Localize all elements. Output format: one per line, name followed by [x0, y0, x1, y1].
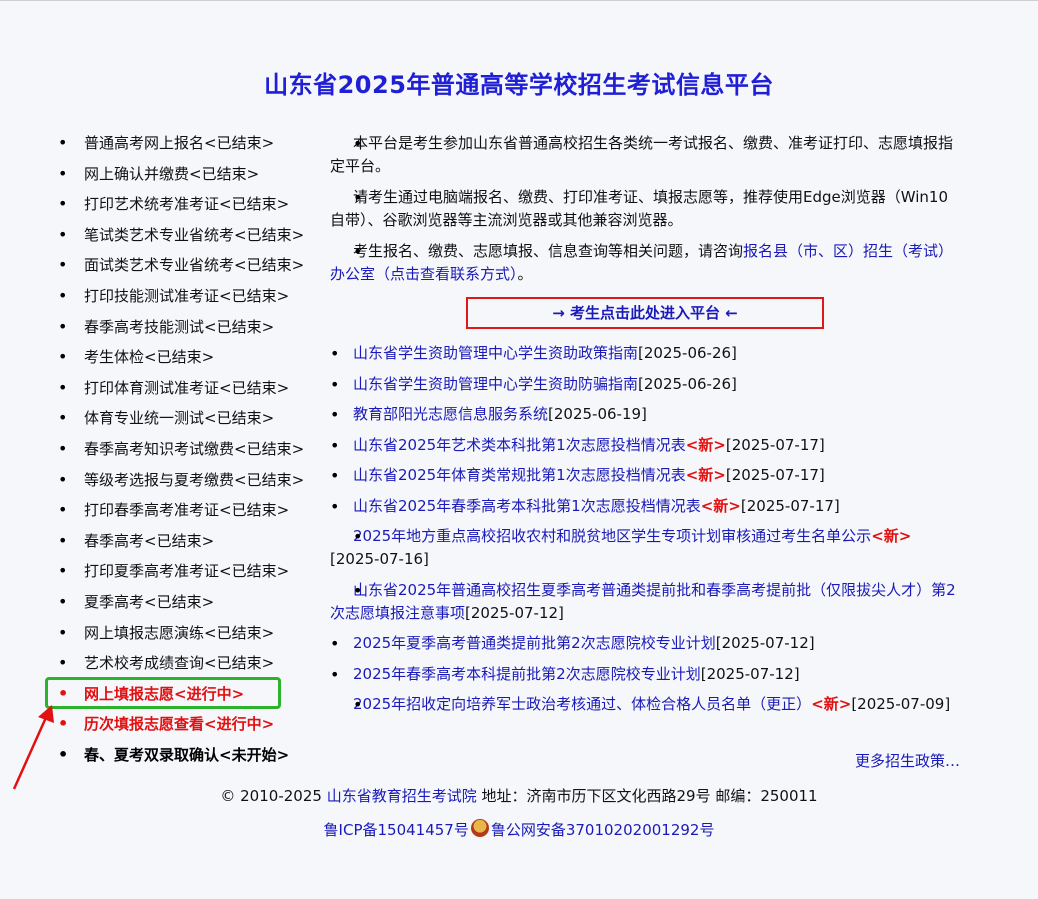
news-date: [2025-07-16] — [330, 550, 429, 568]
news-link[interactable]: 教育部阳光志愿信息服务系统 — [353, 405, 548, 423]
new-badge: <新> — [685, 466, 726, 484]
intro-text: 考生报名、缴费、志愿填报、信息查询等相关问题，请咨询 — [353, 242, 744, 260]
news-date: [2025-07-17] — [725, 466, 825, 484]
menu-item[interactable]: 打印春季高考准考证<已结束> — [58, 499, 328, 530]
more-policies-link[interactable]: 更多招生政策… — [855, 750, 960, 771]
news-link[interactable]: 山东省2025年普通高校招生夏季高考普通类提前批和春季高考提前批（仅限拔尖人才）… — [330, 581, 956, 622]
news-date: [2025-07-12] — [715, 634, 815, 652]
menu-item[interactable]: 打印夏季高考准考证<已结束> — [58, 560, 328, 591]
highlight-box — [45, 677, 281, 709]
news-item: 山东省2025年艺术类本科批第1次志愿投档情况表<新>[2025-07-17] — [330, 434, 960, 457]
news-date: [2025-06-26] — [638, 344, 737, 362]
news-date: [2025-07-17] — [725, 435, 825, 454]
menu-item[interactable]: 春季高考技能测试<已结束> — [58, 316, 328, 347]
page-title: 山东省2025年普通高等学校招生考试信息平台 — [264, 71, 774, 99]
intro-text: 请考生通过电脑端报名、缴费、打印准考证、填报志愿等，推荐使用Edge浏览器（Wi… — [330, 188, 949, 229]
menu-item[interactable]: 夏季高考<已结束> — [58, 591, 328, 622]
new-badge: <新> — [871, 527, 912, 545]
menu-item[interactable]: 打印技能测试准考证<已结束> — [58, 285, 328, 316]
news-item: 山东省2025年春季高考本科批第1次志愿投档情况表<新>[2025-07-17] — [330, 495, 960, 518]
news-item: 山东省2025年体育类常规批第1次志愿投档情况表<新>[2025-07-17] — [330, 464, 960, 487]
menu-item-label: 春、夏考双录取确认<未开始> — [84, 745, 290, 764]
menu-item-label: 打印艺术统考准考证<已结束> — [84, 195, 290, 214]
menu-item[interactable]: 等级考选报与夏考缴费<已结束> — [58, 469, 328, 500]
news-item: 2025年地方重点高校招收农村和脱贫地区学生专项计划审核通过考生名单公示<新> [… — [330, 525, 960, 571]
news-date: [2025-06-19] — [548, 405, 647, 423]
news-item: 山东省2025年普通高校招生夏季高考普通类提前批和春季高考提前批（仅限拔尖人才）… — [330, 579, 960, 625]
menu-item-label: 春季高考技能测试<已结束> — [84, 317, 275, 336]
menu-item-label: 面试类艺术专业省统考<已结束> — [84, 256, 305, 275]
news-date: [2025-07-17] — [740, 496, 840, 515]
news-item: 教育部阳光志愿信息服务系统[2025-06-19] — [330, 403, 960, 426]
menu-item[interactable]: 历次填报志愿查看<进行中> — [58, 713, 328, 744]
menu-item-label: 等级考选报与夏考缴费<已结束> — [84, 470, 305, 489]
intro-item: 请考生通过电脑端报名、缴费、打印准考证、填报志愿等，推荐使用Edge浏览器（Wi… — [330, 186, 960, 232]
menu-item-label: 体育专业统一测试<已结束> — [84, 409, 275, 428]
menu-item[interactable]: 笔试类艺术专业省统考<已结束> — [58, 224, 328, 255]
news-link[interactable]: 2025年春季高考本科提前批第2次志愿院校专业计划 — [353, 665, 701, 683]
menu-item-label: 考生体检<已结束> — [84, 348, 215, 367]
news-date: [2025-06-26] — [638, 374, 737, 393]
intro-list: 本平台是考生参加山东省普通高校招生各类统一考试报名、缴费、准考证打印、志愿填报指… — [330, 132, 960, 294]
menu-item-label: 春季高考知识考试缴费<已结束> — [84, 439, 305, 458]
news-item: 山东省学生资助管理中心学生资助防骗指南[2025-06-26] — [330, 373, 960, 396]
org-link[interactable]: 山东省教育招生考试院 — [327, 787, 477, 805]
news-item: 2025年夏季高考普通类提前批第2次志愿院校专业计划[2025-07-12] — [330, 632, 960, 655]
news-date: [2025-07-09] — [851, 695, 951, 713]
address-text: 地址：济南市历下区文化西路29号 邮编：250011 — [481, 787, 818, 805]
news-item: 2025年春季高考本科提前批第2次志愿院校专业计划[2025-07-12] — [330, 663, 960, 686]
new-badge: <新> — [685, 435, 726, 454]
menu-item[interactable]: 考生体检<已结束> — [58, 346, 328, 377]
menu-item-label: 打印春季高考准考证<已结束> — [84, 501, 290, 520]
intro-text: 本平台是考生参加山东省普通高校招生各类统一考试报名、缴费、准考证打印、志愿填报指… — [330, 134, 954, 175]
menu-item-label: 网上填报志愿演练<已结束> — [84, 623, 275, 642]
menu-item-label: 春季高考<已结束> — [84, 531, 215, 550]
menu-item-label: 网上确认并缴费<已结束> — [84, 164, 260, 183]
menu-item[interactable]: 春、夏考双录取确认<未开始> — [58, 744, 328, 775]
intro-text: 。 — [517, 265, 533, 283]
menu-item[interactable]: 春季高考知识考试缴费<已结束> — [58, 438, 328, 469]
news-link[interactable]: 山东省学生资助管理中心学生资助防骗指南 — [353, 375, 638, 393]
menu-item[interactable]: 体育专业统一测试<已结束> — [58, 407, 328, 438]
footer-copyright: © 2010-2025 山东省教育招生考试院 地址：济南市历下区文化西路29号 … — [0, 785, 1038, 806]
news-date: [2025-07-12] — [465, 603, 564, 622]
menu-item-label: 笔试类艺术专业省统考<已结束> — [84, 225, 305, 244]
police-record-link[interactable]: 鲁公网安备37010202001292号 — [491, 821, 715, 839]
menu-item[interactable]: 打印艺术统考准考证<已结束> — [58, 193, 328, 224]
menu-item[interactable]: 面试类艺术专业省统考<已结束> — [58, 254, 328, 285]
menu-item-label: 普通高考网上报名<已结束> — [84, 134, 275, 152]
news-link[interactable]: 山东省学生资助管理中心学生资助政策指南 — [353, 344, 638, 362]
menu-item-label: 艺术校考成绩查询<已结束> — [84, 654, 275, 673]
news-link[interactable]: 山东省2025年春季高考本科批第1次志愿投档情况表 — [353, 497, 701, 515]
news-link[interactable]: 2025年地方重点高校招收农村和脱贫地区学生专项计划审核通过考生名单公示 — [353, 527, 871, 545]
menu-item[interactable]: 春季高考<已结束> — [58, 530, 328, 561]
menu-item[interactable]: 网上确认并缴费<已结束> — [58, 163, 328, 194]
footer-icp: 鲁ICP备15041457号 鲁公网安备37010202001292号 — [0, 819, 1038, 840]
news-item: 山东省学生资助管理中心学生资助政策指南[2025-06-26] — [330, 342, 960, 365]
news-link[interactable]: 2025年夏季高考普通类提前批第2次志愿院校专业计划 — [353, 634, 716, 652]
red-arrow-icon — [12, 705, 54, 790]
copyright-text: © 2010-2025 — [220, 787, 322, 805]
news-link[interactable]: 山东省2025年艺术类本科批第1次志愿投档情况表 — [353, 436, 686, 454]
news-item: 2025年招收定向培养军士政治考核通过、体检合格人员名单（更正）<新>[2025… — [330, 693, 960, 716]
menu-item-label: 历次填报志愿查看<进行中> — [84, 715, 275, 734]
news-date: [2025-07-12] — [700, 664, 800, 683]
intro-item: 考生报名、缴费、志愿填报、信息查询等相关问题，请咨询报名县（市、区）招生（考试）… — [330, 240, 960, 286]
menu-item-label: 夏季高考<已结束> — [84, 592, 215, 611]
menu-item-label: 打印体育测试准考证<已结束> — [84, 378, 290, 397]
new-badge: <新> — [811, 695, 852, 713]
police-badge-icon — [470, 819, 489, 837]
menu-item-label: 打印技能测试准考证<已结束> — [84, 286, 290, 305]
menu-item[interactable]: 打印体育测试准考证<已结束> — [58, 377, 328, 408]
menu-item[interactable]: 普通高考网上报名<已结束> — [58, 132, 328, 163]
enter-platform-button[interactable]: → 考生点击此处进入平台 ← — [466, 297, 824, 329]
new-badge: <新> — [700, 496, 741, 515]
menu-item[interactable]: 网上填报志愿演练<已结束> — [58, 622, 328, 653]
news-list: 山东省学生资助管理中心学生资助政策指南[2025-06-26]山东省学生资助管理… — [330, 342, 960, 724]
icp-link[interactable]: 鲁ICP备15041457号 — [324, 821, 469, 839]
news-link[interactable]: 2025年招收定向培养军士政治考核通过、体检合格人员名单（更正） — [353, 695, 811, 713]
menu-item-label: 打印夏季高考准考证<已结束> — [84, 562, 290, 581]
intro-item: 本平台是考生参加山东省普通高校招生各类统一考试报名、缴费、准考证打印、志愿填报指… — [330, 132, 960, 178]
news-link[interactable]: 山东省2025年体育类常规批第1次志愿投档情况表 — [353, 466, 686, 484]
